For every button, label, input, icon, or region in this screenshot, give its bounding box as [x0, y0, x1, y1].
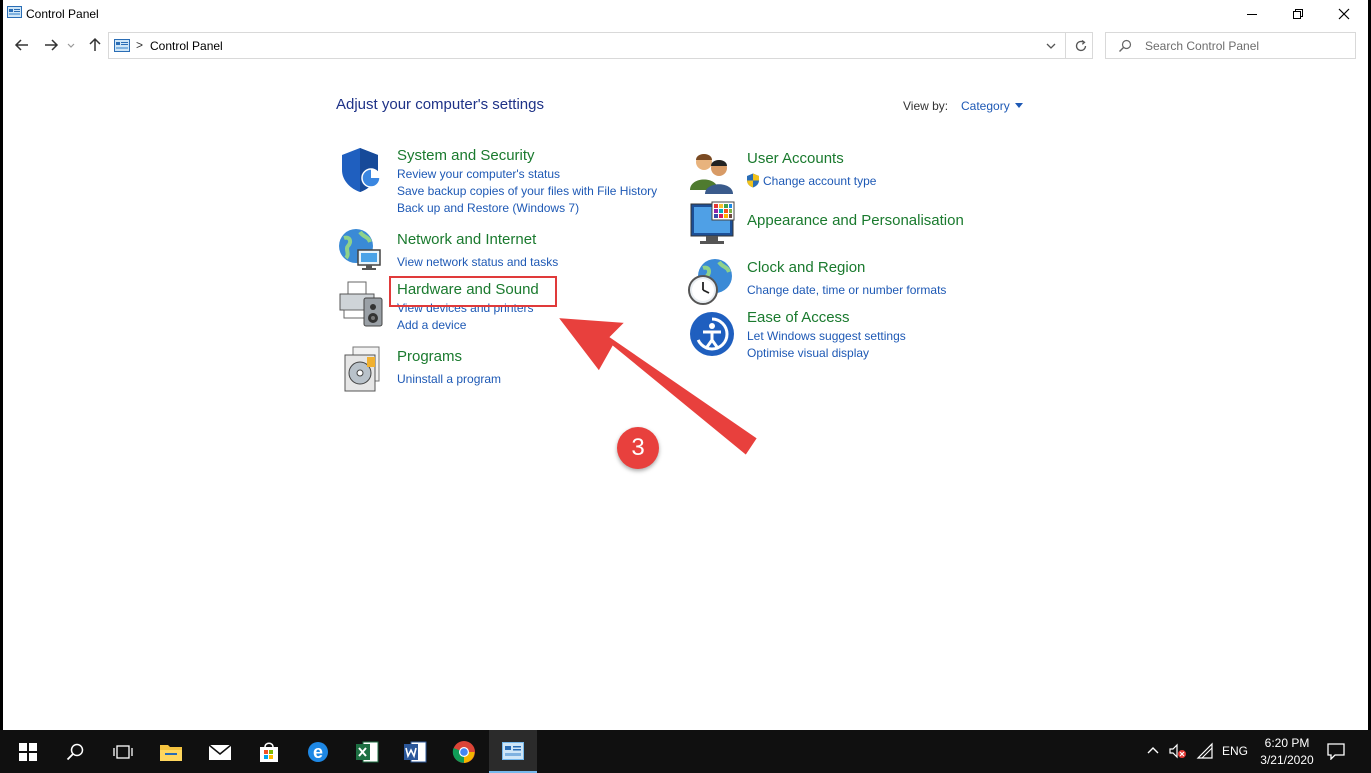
control-panel-icon	[114, 39, 130, 52]
restore-icon	[1293, 9, 1303, 19]
monitor-palette-icon[interactable]	[688, 200, 736, 248]
task-view-icon	[113, 744, 133, 759]
address-bar[interactable]: > Control Panel	[108, 32, 1093, 59]
users-icon[interactable]	[687, 148, 735, 196]
highlight-box	[389, 276, 557, 307]
up-button[interactable]	[84, 34, 106, 56]
link-optimise-display[interactable]: Optimise visual display	[747, 346, 869, 360]
link-file-history[interactable]: Save backup copies of your files with Fi…	[397, 184, 657, 198]
category-user-accounts[interactable]: User Accounts	[747, 150, 844, 167]
back-button[interactable]	[11, 34, 33, 56]
breadcrumb-separator[interactable]: >	[136, 38, 143, 52]
page-title: Adjust your computer's settings	[336, 96, 544, 113]
chevron-down-icon[interactable]	[1044, 39, 1058, 53]
view-by-dropdown[interactable]: Category	[961, 99, 1010, 113]
chevron-down-icon	[67, 43, 75, 48]
back-arrow-icon	[14, 39, 28, 51]
network-icon[interactable]	[1196, 742, 1214, 760]
minimize-icon	[1247, 14, 1257, 15]
control-panel-window: Control Panel > Control Panel Search Con…	[3, 0, 1368, 730]
category-appearance-and-personalisation[interactable]: Appearance and Personalisation	[747, 212, 964, 229]
control-panel-icon	[502, 741, 524, 760]
task-view-button[interactable]	[99, 730, 147, 773]
minimize-button[interactable]	[1229, 0, 1275, 28]
taskbar-chrome[interactable]	[440, 730, 488, 773]
start-button[interactable]	[4, 730, 52, 773]
link-backup-restore[interactable]: Back up and Restore (Windows 7)	[397, 201, 579, 215]
control-panel-icon	[7, 6, 22, 18]
mail-icon	[208, 743, 232, 760]
refresh-icon	[1075, 39, 1086, 51]
printer-speaker-icon[interactable]	[336, 280, 384, 328]
taskbar-excel[interactable]	[343, 730, 391, 773]
step-badge: 3	[617, 427, 659, 469]
caret-down-icon[interactable]	[1015, 103, 1023, 108]
taskbar-word[interactable]	[391, 730, 439, 773]
category-clock-and-region[interactable]: Clock and Region	[747, 259, 865, 276]
notifications-icon[interactable]	[1326, 742, 1346, 760]
category-programs[interactable]: Programs	[397, 348, 462, 365]
clock-time[interactable]: 6:20 PM	[1261, 736, 1313, 750]
clock-globe-icon[interactable]	[687, 258, 735, 306]
search-icon	[1119, 39, 1132, 52]
restore-button[interactable]	[1275, 0, 1321, 28]
volume-muted-icon[interactable]	[1168, 742, 1188, 760]
taskbar-file-explorer[interactable]	[147, 730, 195, 773]
chrome-icon	[452, 740, 475, 763]
shield-icon[interactable]	[336, 146, 384, 194]
word-icon	[404, 741, 427, 762]
taskbar-mail[interactable]	[196, 730, 244, 773]
taskbar-control-panel[interactable]	[489, 730, 537, 773]
refresh-button[interactable]	[1065, 33, 1095, 58]
language-indicator[interactable]: ENG	[1222, 744, 1248, 758]
category-system-and-security[interactable]: System and Security	[397, 147, 535, 164]
uac-shield-icon	[747, 173, 759, 188]
link-suggest-settings[interactable]: Let Windows suggest settings	[747, 329, 906, 343]
search-icon	[66, 743, 84, 760]
store-icon	[260, 742, 278, 762]
edge-icon: e	[308, 741, 328, 762]
recent-locations-button[interactable]	[65, 34, 77, 56]
breadcrumb[interactable]: Control Panel	[150, 39, 223, 53]
programs-disc-icon[interactable]	[339, 345, 387, 393]
link-change-date-time[interactable]: Change date, time or number formats	[747, 283, 946, 297]
taskbar-store[interactable]	[245, 730, 293, 773]
search-box[interactable]	[1105, 32, 1356, 59]
svg-text:e: e	[313, 742, 323, 762]
link-review-status[interactable]: Review your computer's status	[397, 167, 560, 181]
chevron-up-icon[interactable]	[1146, 744, 1160, 758]
taskbar: e ENG 6:20 PM 3/21/2020	[0, 730, 1371, 773]
category-ease-of-access[interactable]: Ease of Access	[747, 309, 850, 326]
start-icon	[19, 742, 37, 761]
link-uninstall-program[interactable]: Uninstall a program	[397, 372, 501, 386]
network-globe-icon[interactable]	[336, 226, 384, 274]
ease-of-access-icon[interactable]	[688, 310, 736, 358]
up-arrow-icon	[89, 37, 101, 51]
link-change-account-type[interactable]: Change account type	[763, 174, 876, 188]
forward-button[interactable]	[40, 34, 62, 56]
taskbar-edge[interactable]: e	[294, 730, 342, 773]
clock-date[interactable]: 3/21/2020	[1257, 753, 1317, 767]
file-explorer-icon	[160, 744, 182, 761]
close-button[interactable]	[1321, 0, 1367, 28]
view-by-label: View by:	[903, 99, 949, 113]
link-network-status[interactable]: View network status and tasks	[397, 255, 558, 269]
close-icon	[1338, 8, 1350, 20]
link-add-device[interactable]: Add a device	[397, 318, 466, 332]
category-network-and-internet[interactable]: Network and Internet	[397, 231, 536, 248]
window-title: Control Panel	[26, 7, 99, 21]
search-input[interactable]	[1145, 37, 1345, 54]
annotation-arrow	[554, 315, 760, 458]
excel-icon	[356, 741, 379, 762]
taskbar-search-button[interactable]	[51, 730, 99, 773]
title-bar[interactable]: Control Panel	[3, 0, 1368, 28]
forward-arrow-icon	[45, 39, 59, 51]
